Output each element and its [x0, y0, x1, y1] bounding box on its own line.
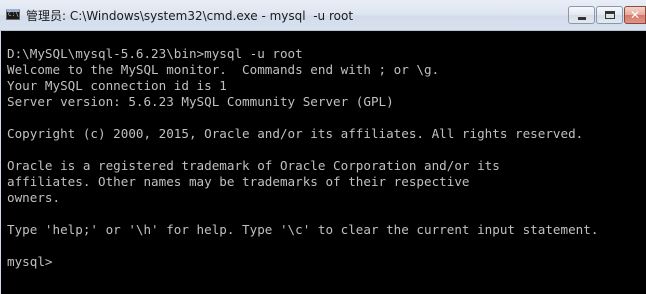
console-line: Copyright (c) 2000, 2015, Oracle and/or …	[7, 126, 584, 141]
minimize-button[interactable]	[568, 6, 595, 24]
maximize-icon	[605, 11, 615, 19]
minimize-icon	[578, 17, 586, 20]
cmd-icon[interactable]: C:\	[6, 9, 20, 20]
cmd-window: C:\ 管理员: C:\Windows\system32\cmd.exe - m…	[0, 0, 646, 294]
console-output[interactable]: D:\MySQL\mysql-5.6.23\bin>mysql -u root …	[0, 31, 646, 294]
console-line: Server version: 5.6.23 MySQL Community S…	[7, 94, 394, 109]
console-line: D:\MySQL\mysql-5.6.23\bin>mysql -u root	[7, 46, 303, 61]
close-icon: ✕	[630, 8, 641, 22]
console-line: affiliates. Other names may be trademark…	[7, 174, 470, 189]
title-bar[interactable]: C:\ 管理员: C:\Windows\system32\cmd.exe - m…	[0, 0, 646, 31]
mysql-prompt[interactable]: mysql>	[7, 254, 53, 270]
maximize-button[interactable]	[596, 6, 623, 24]
console-line: Type 'help;' or '\h' for help. Type '\c'…	[7, 222, 599, 237]
console-line: Your MySQL connection id is 1	[7, 78, 227, 93]
console-line: Welcome to the MySQL monitor. Commands e…	[7, 62, 440, 77]
window-title: 管理员: C:\Windows\system32\cmd.exe - mysql…	[26, 9, 354, 23]
close-button[interactable]: ✕	[624, 6, 646, 24]
console-line: owners.	[7, 190, 61, 205]
console-line: Oracle is a registered trademark of Orac…	[7, 158, 500, 173]
cmd-icon-text: C:\	[8, 11, 19, 18]
